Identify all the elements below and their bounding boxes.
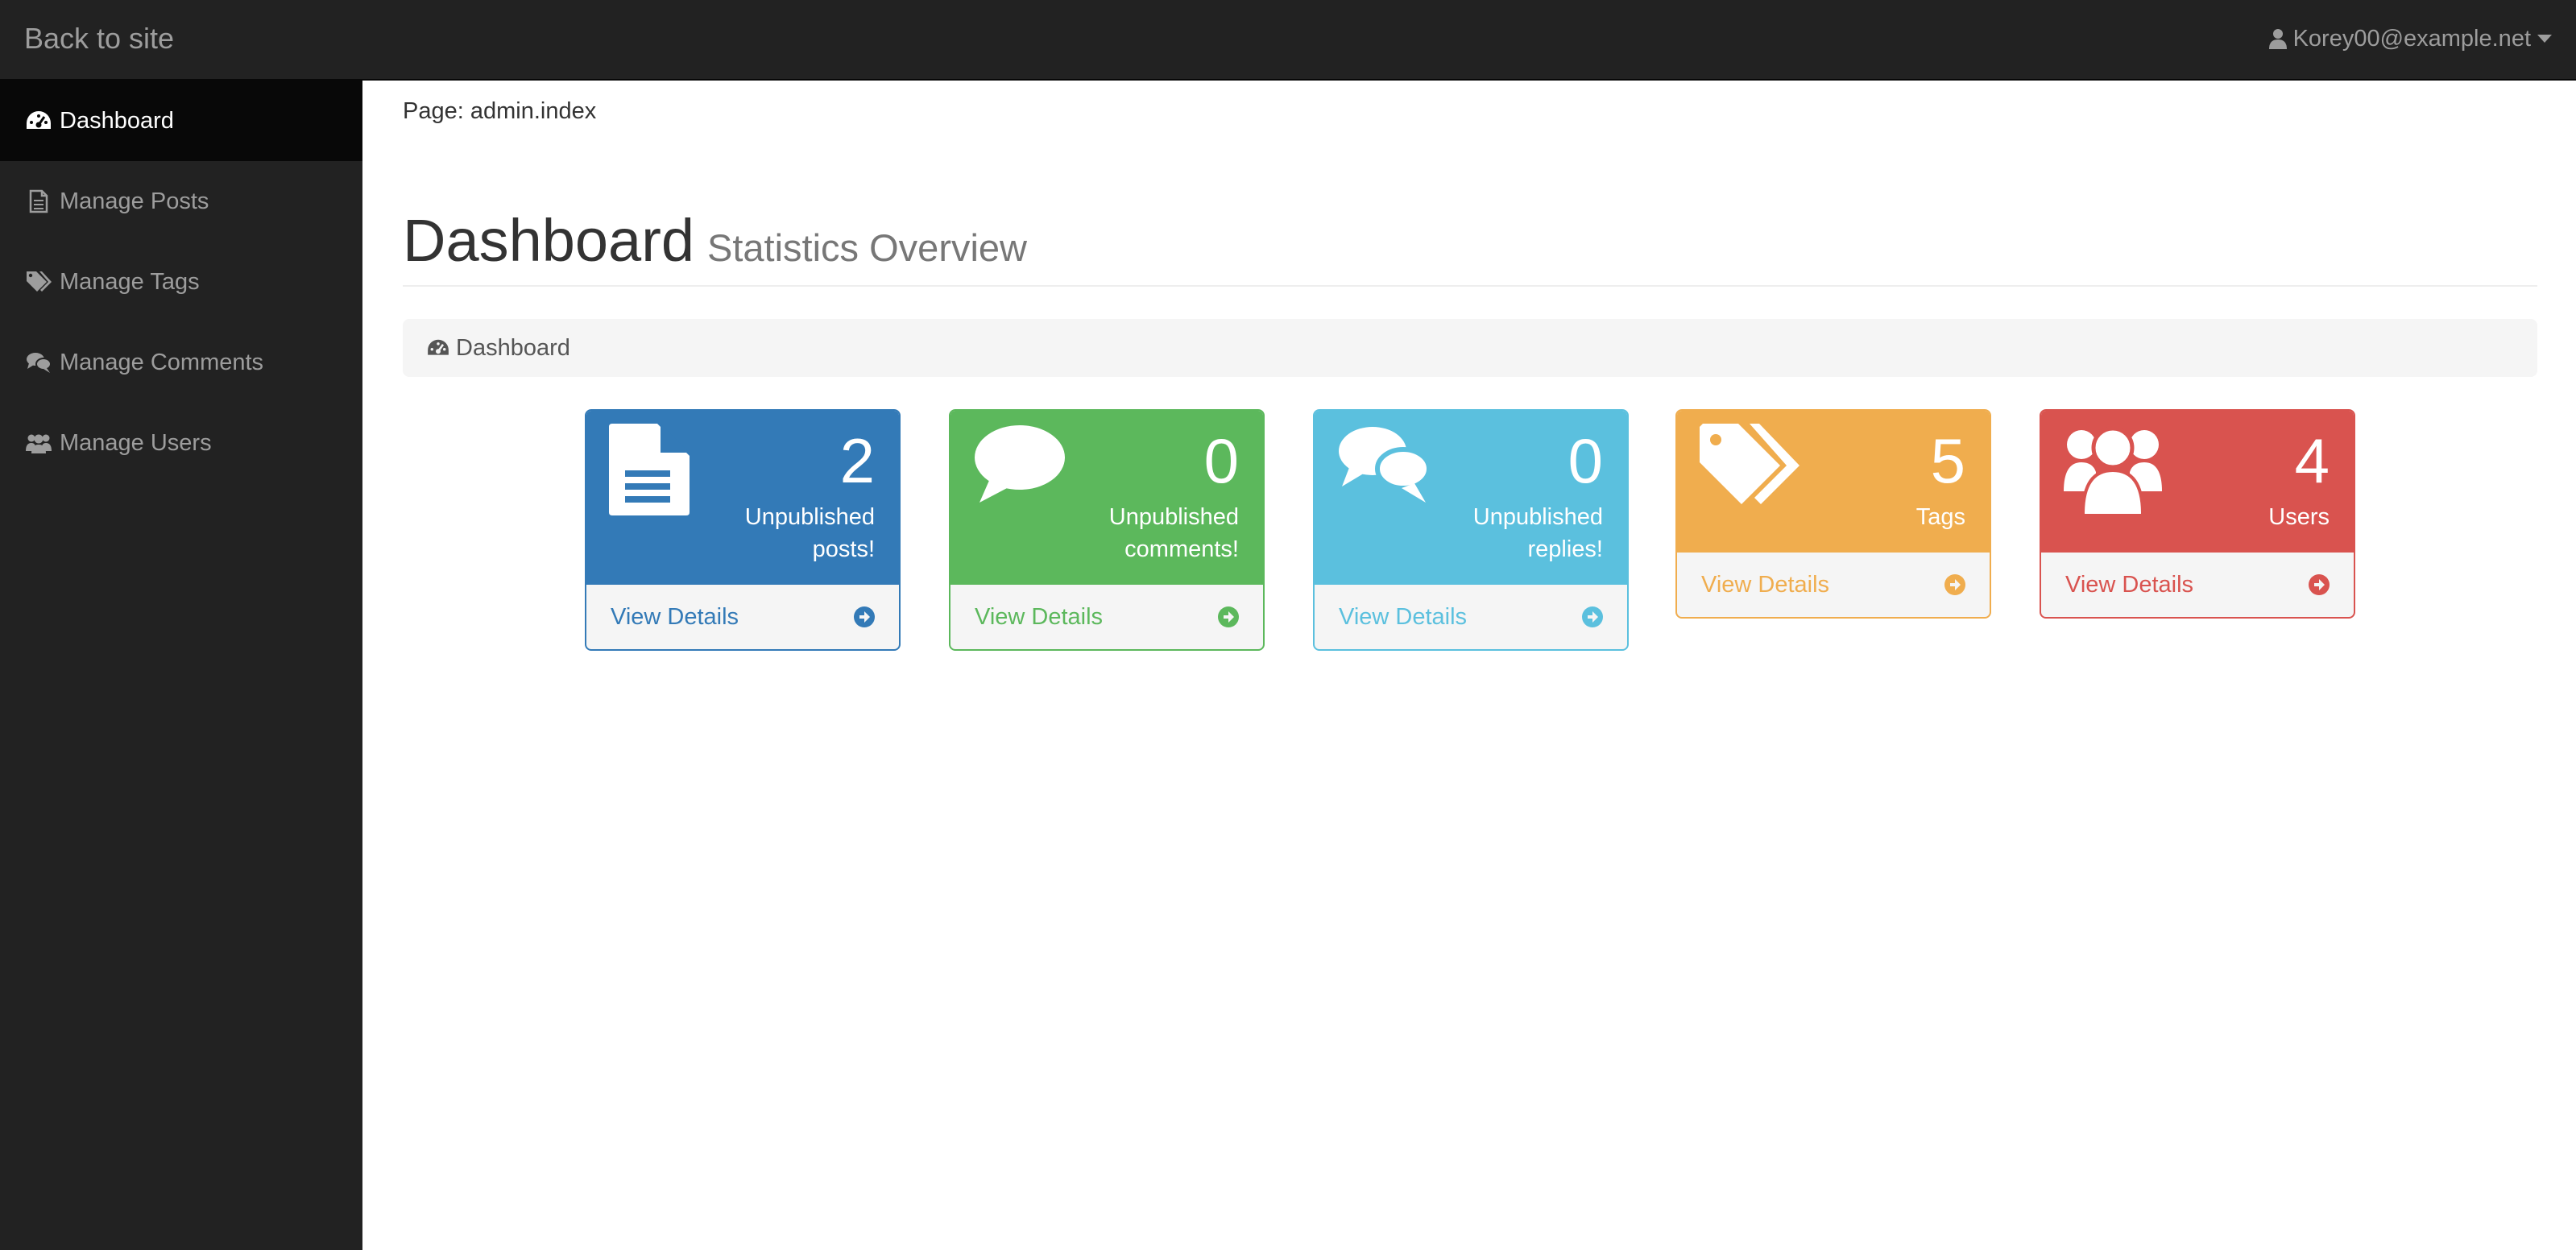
stat-card-replies: 0 Unpublished replies! View Details	[1313, 409, 1629, 651]
stat-label: Unpublished posts!	[745, 501, 875, 565]
stat-label: Unpublished comments!	[1109, 501, 1239, 565]
breadcrumb: Dashboard	[403, 319, 2537, 377]
view-details-label: View Details	[1701, 571, 1830, 598]
stat-count: 5	[1930, 425, 1965, 496]
view-details-label: View Details	[611, 603, 739, 630]
page-route-label: Page: admin.index	[403, 98, 597, 124]
stat-card-users: 4 Users View Details	[2040, 409, 2355, 619]
stat-count: 0	[1203, 425, 1239, 496]
stat-count: 2	[839, 425, 875, 496]
users-icon	[26, 434, 52, 453]
stat-label: Users	[2268, 501, 2330, 533]
arrow-circle-right-icon	[854, 606, 875, 627]
stat-label-line: comments!	[1124, 536, 1239, 562]
breadcrumb-item: Dashboard	[456, 334, 570, 361]
sidebar: Dashboard Manage Posts Manage Tags Manag…	[0, 81, 362, 1250]
back-to-site-link[interactable]: Back to site	[24, 19, 174, 58]
view-details-link[interactable]: View Details	[950, 583, 1263, 649]
stat-card-header: 0 Unpublished comments!	[950, 411, 1263, 583]
sidebar-item-label: Manage Tags	[60, 268, 200, 295]
stat-label-line: Tags	[1915, 504, 1965, 530]
dashboard-icon	[428, 339, 449, 355]
user-icon	[2268, 29, 2287, 49]
dashboard-icon	[27, 111, 51, 129]
stat-label-line: Unpublished	[1108, 504, 1239, 530]
stat-card-header: 4 Users	[2041, 411, 2354, 551]
arrow-circle-right-icon	[2309, 574, 2330, 595]
stat-label-line: Users	[2268, 504, 2330, 530]
caret-down-icon	[2537, 35, 2552, 43]
comments-icon	[1339, 427, 1431, 503]
view-details-link[interactable]: View Details	[586, 583, 899, 649]
view-details-label: View Details	[1339, 603, 1468, 630]
view-details-link[interactable]: View Details	[1677, 551, 1990, 617]
sidebar-item-label: Manage Posts	[60, 188, 209, 214]
stat-card-header: 5 Tags	[1677, 411, 1990, 551]
sidebar-item-manage-posts[interactable]: Manage Posts	[0, 161, 362, 242]
file-icon	[29, 189, 48, 213]
file-text-icon	[609, 424, 690, 515]
stat-label-line: replies!	[1527, 536, 1604, 562]
stat-label-line: Unpublished	[1472, 504, 1603, 530]
stat-card-comments: 0 Unpublished comments! View Details	[949, 409, 1265, 651]
page-header: Dashboard Statistics Overview	[403, 205, 2537, 287]
stat-label-line: posts!	[812, 536, 875, 562]
tags-icon	[27, 271, 52, 292]
users-icon	[2064, 426, 2162, 515]
view-details-label: View Details	[2065, 571, 2194, 598]
stat-card-tags: 5 Tags View Details	[1675, 409, 1991, 619]
stat-card-posts: 2 Unpublished posts! View Details	[585, 409, 901, 651]
view-details-label: View Details	[975, 603, 1104, 630]
sidebar-item-label: Manage Users	[60, 429, 212, 456]
main-content: Page: admin.index Dashboard Statistics Ov…	[362, 81, 2576, 1250]
stat-count: 0	[1568, 425, 1603, 496]
page-title: Dashboard	[403, 207, 695, 274]
top-navbar: Back to site Korey00@example.net	[0, 0, 2576, 81]
view-details-link[interactable]: View Details	[2041, 551, 2354, 617]
stat-label: Tags	[1916, 501, 1965, 533]
tags-icon	[1700, 424, 1799, 504]
sidebar-item-label: Manage Comments	[60, 349, 264, 375]
sidebar-item-dashboard[interactable]: Dashboard	[0, 81, 362, 161]
page-subtitle: Statistics Overview	[707, 226, 1027, 269]
comment-icon	[975, 425, 1065, 503]
arrow-circle-right-icon	[1944, 574, 1965, 595]
user-email: Korey00@example.net	[2292, 26, 2531, 52]
stat-label: Unpublished replies!	[1473, 501, 1603, 565]
comments-icon	[27, 353, 52, 373]
stat-card-header: 2 Unpublished posts!	[586, 411, 899, 583]
sidebar-item-manage-users[interactable]: Manage Users	[0, 403, 362, 483]
stat-count: 4	[2294, 425, 2330, 496]
user-menu[interactable]: Korey00@example.net	[2268, 23, 2552, 55]
arrow-circle-right-icon	[1582, 606, 1603, 627]
stat-card-header: 0 Unpublished replies!	[1315, 411, 1627, 583]
sidebar-item-label: Dashboard	[60, 107, 174, 134]
view-details-link[interactable]: View Details	[1315, 583, 1627, 649]
stat-label-line: Unpublished	[744, 504, 875, 530]
sidebar-item-manage-comments[interactable]: Manage Comments	[0, 322, 362, 403]
sidebar-item-manage-tags[interactable]: Manage Tags	[0, 242, 362, 322]
arrow-circle-right-icon	[1218, 606, 1239, 627]
